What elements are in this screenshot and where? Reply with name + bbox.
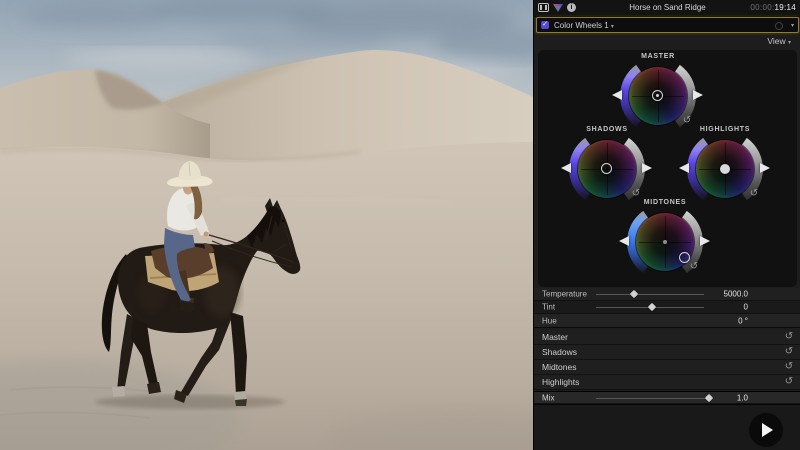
- section-master-reset-button[interactable]: ↺: [783, 331, 795, 343]
- section-highlights-reset-button[interactable]: ↺: [783, 376, 795, 388]
- viewer-canvas: [0, 0, 533, 450]
- midtones-brightness-handle[interactable]: [700, 236, 710, 246]
- temperature-thumb[interactable]: [629, 289, 639, 299]
- shadows-brightness-handle[interactable]: [642, 163, 652, 173]
- play-button[interactable]: [749, 413, 783, 447]
- effect-name: Color Wheels 1 ▾: [554, 21, 614, 30]
- mix-thumb[interactable]: [704, 393, 714, 402]
- tint-row: Tint 0: [534, 301, 800, 314]
- app-window: i Horse on Sand Ridge 00:00:19:14 ✓ Colo…: [0, 0, 800, 450]
- section-midtones[interactable]: Midtones ↺: [534, 360, 800, 375]
- mix-label: Mix: [542, 393, 555, 402]
- hue-value[interactable]: 0 °: [738, 316, 748, 325]
- highlights-balance-puck[interactable]: [720, 164, 730, 174]
- mix-row: Mix 1.0: [534, 391, 800, 404]
- inspector-title-bar: i Horse on Sand Ridge 00:00:19:14: [534, 0, 800, 17]
- mix-track[interactable]: [596, 397, 712, 399]
- temperature-value[interactable]: 5000.0: [724, 290, 748, 299]
- midtones-center-mark: [663, 240, 667, 244]
- timecode: 00:00:19:14: [750, 3, 796, 12]
- highlights-saturation-handle[interactable]: [679, 163, 689, 173]
- effect-row-chevron[interactable]: ▾: [791, 22, 794, 29]
- video-frame-scene: [0, 0, 533, 450]
- temperature-row: Temperature 5000.0: [534, 288, 800, 301]
- hue-label: Hue: [542, 316, 557, 325]
- temperature-track[interactable]: [596, 294, 704, 295]
- effect-row-color-wheels[interactable]: ✓ Color Wheels 1 ▾ ▾: [536, 17, 799, 33]
- effect-extra-icon[interactable]: [775, 22, 783, 30]
- midtones-wheel-reset-button[interactable]: ↺: [688, 261, 700, 273]
- view-menu[interactable]: View ▾: [767, 36, 791, 46]
- effect-dropdown-chevron[interactable]: ▾: [611, 24, 614, 30]
- master-saturation-handle[interactable]: [612, 90, 622, 100]
- tint-label: Tint: [542, 302, 556, 312]
- section-shadows-reset-button[interactable]: ↺: [783, 346, 795, 358]
- section-shadows[interactable]: Shadows ↺: [534, 345, 800, 360]
- highlights-wheel-reset-button[interactable]: ↺: [748, 188, 760, 200]
- shadows-saturation-handle[interactable]: [561, 163, 571, 173]
- midtones-saturation-handle[interactable]: [619, 236, 629, 246]
- master-balance-puck[interactable]: [652, 90, 663, 101]
- temperature-label: Temperature: [542, 289, 587, 299]
- effect-enable-checkbox[interactable]: ✓: [541, 21, 549, 29]
- color-inspector-panel: i Horse on Sand Ridge 00:00:19:14 ✓ Colo…: [533, 0, 800, 450]
- section-highlights[interactable]: Highlights ↺: [534, 375, 800, 390]
- section-master[interactable]: Master ↺: [534, 330, 800, 345]
- tint-value[interactable]: 0: [744, 303, 748, 312]
- highlights-brightness-handle[interactable]: [760, 163, 770, 173]
- mix-value[interactable]: 1.0: [737, 393, 748, 402]
- section-midtones-reset-button[interactable]: ↺: [783, 361, 795, 373]
- shadows-balance-puck[interactable]: [601, 163, 612, 174]
- hue-row: Hue 0 °: [534, 314, 800, 328]
- master-brightness-handle[interactable]: [693, 90, 703, 100]
- tint-thumb[interactable]: [647, 302, 657, 312]
- timecode-current: 19:14: [774, 3, 796, 12]
- timecode-elapsed: 00:00:: [750, 3, 775, 12]
